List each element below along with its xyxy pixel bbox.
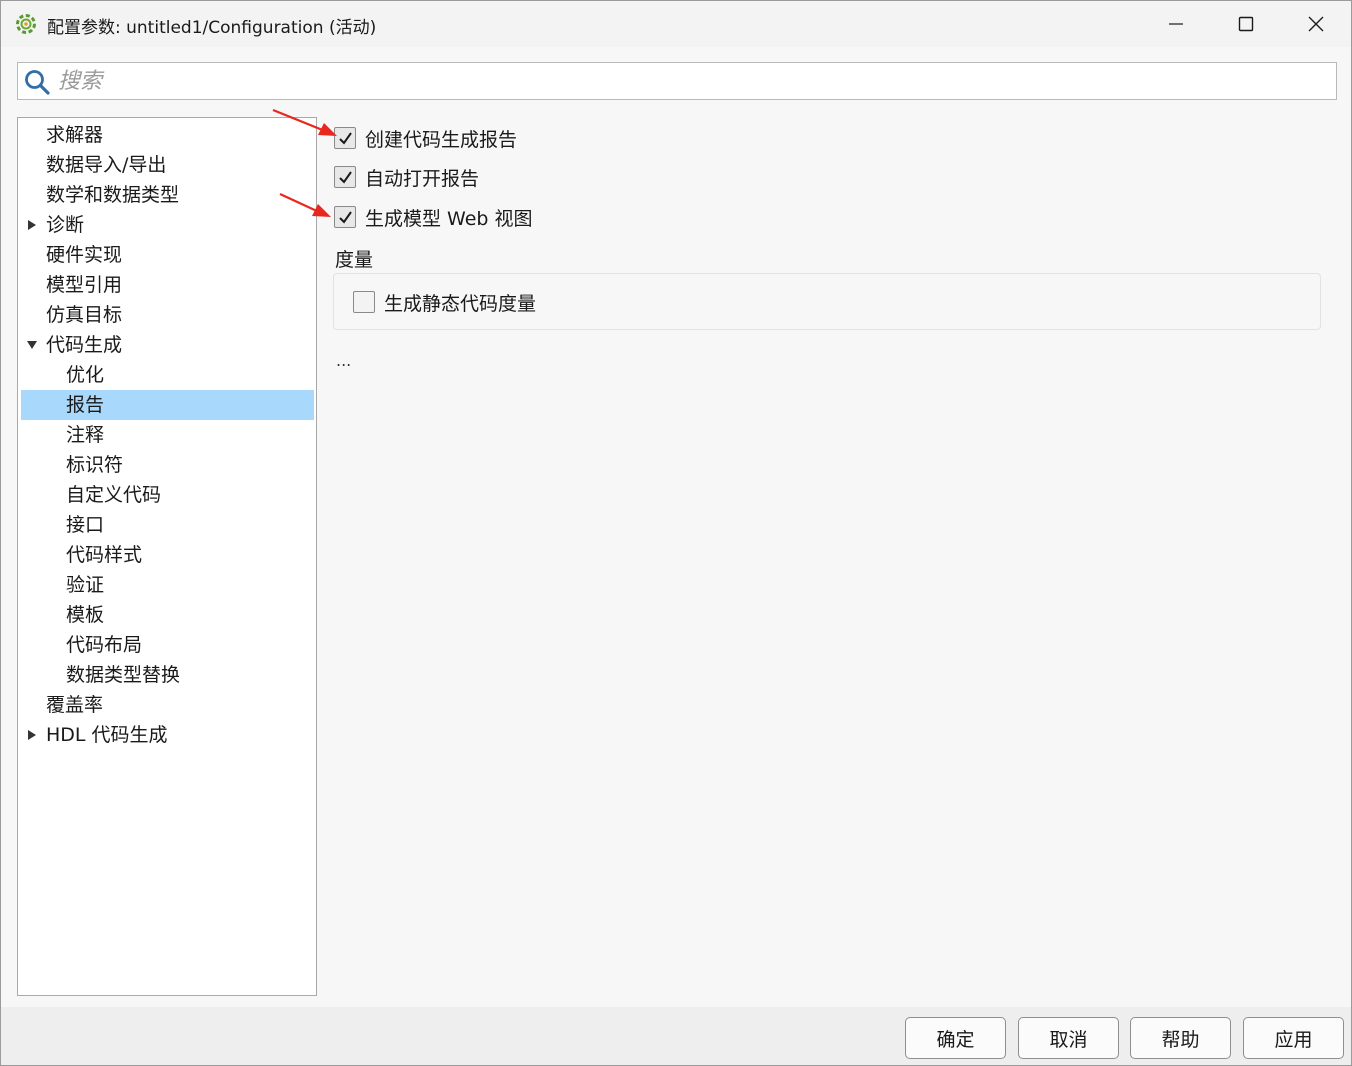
tree-item-templates[interactable]: 模板 bbox=[21, 600, 314, 630]
maximize-button[interactable] bbox=[1211, 1, 1281, 47]
category-tree[interactable]: 求解器 数据导入/导出 数学和数据类型 诊断 硬件实现 模型引用 仿真目标 代码… bbox=[17, 117, 317, 996]
static-metrics-checkbox-row[interactable]: 生成静态代码度量 bbox=[353, 287, 536, 317]
tree-item-optimization[interactable]: 优化 bbox=[21, 360, 314, 390]
tree-item-coverage[interactable]: 覆盖率 bbox=[21, 690, 314, 720]
tree-item-code-generation[interactable]: 代码生成 bbox=[21, 330, 314, 360]
tree-item-code-placement[interactable]: 代码布局 bbox=[21, 630, 314, 660]
metrics-group-title: 度量 bbox=[335, 249, 374, 271]
tree-item-label: 报告 bbox=[66, 394, 105, 416]
tree-item-simulation-target[interactable]: 仿真目标 bbox=[21, 300, 314, 330]
tree-item-report[interactable]: 报告 bbox=[21, 390, 314, 420]
more-options-link[interactable]: ... bbox=[336, 351, 351, 370]
tree-item-code-style[interactable]: 代码样式 bbox=[21, 540, 314, 570]
annotation-arrow-icon bbox=[272, 108, 337, 136]
static-metrics-checkbox[interactable] bbox=[353, 291, 375, 313]
tree-item-math-data-types[interactable]: 数学和数据类型 bbox=[21, 180, 314, 210]
tree-item-label: 数学和数据类型 bbox=[46, 184, 180, 206]
tree-item-identifiers[interactable]: 标识符 bbox=[21, 450, 314, 480]
tree-item-label: 模板 bbox=[66, 604, 105, 626]
search-box[interactable] bbox=[17, 62, 1337, 100]
tree-item-diagnostics[interactable]: 诊断 bbox=[21, 210, 314, 240]
tree-item-verification[interactable]: 验证 bbox=[21, 570, 314, 600]
maximize-icon bbox=[1238, 16, 1254, 32]
tree-item-interface[interactable]: 接口 bbox=[21, 510, 314, 540]
open-report-label: 自动打开报告 bbox=[365, 167, 480, 190]
tree-item-label: 仿真目标 bbox=[46, 304, 123, 326]
close-icon bbox=[1308, 16, 1324, 32]
tree-item-label: 代码生成 bbox=[46, 334, 123, 356]
tree-item-label: 接口 bbox=[66, 514, 105, 536]
tree-item-data-import-export[interactable]: 数据导入/导出 bbox=[21, 150, 314, 180]
web-view-checkbox[interactable] bbox=[334, 206, 356, 228]
tree-item-label: 求解器 bbox=[46, 124, 104, 146]
tree-item-label: 验证 bbox=[66, 574, 105, 596]
tree-item-label: 硬件实现 bbox=[46, 244, 123, 266]
tree-item-data-type-replacement[interactable]: 数据类型替换 bbox=[21, 660, 314, 690]
tree-item-hardware[interactable]: 硬件实现 bbox=[21, 240, 314, 270]
tree-item-label: 模型引用 bbox=[46, 274, 123, 296]
title-bar[interactable]: 配置参数: untitled1/Configuration (活动) bbox=[1, 1, 1351, 47]
triangle-right-icon[interactable] bbox=[26, 219, 38, 231]
apply-button[interactable]: 应用 bbox=[1243, 1017, 1344, 1059]
create-report-checkbox-row[interactable]: 创建代码生成报告 bbox=[334, 123, 517, 153]
web-view-checkbox-row[interactable]: 生成模型 Web 视图 bbox=[334, 202, 533, 232]
simulink-config-icon bbox=[16, 14, 36, 34]
tree-item-label: 数据类型替换 bbox=[66, 664, 181, 686]
tree-item-model-referencing[interactable]: 模型引用 bbox=[21, 270, 314, 300]
tree-item-label: 覆盖率 bbox=[46, 694, 104, 716]
checkmark-icon bbox=[339, 171, 352, 184]
minimize-icon bbox=[1169, 23, 1183, 25]
tree-item-custom-code[interactable]: 自定义代码 bbox=[21, 480, 314, 510]
help-button[interactable]: 帮助 bbox=[1130, 1017, 1231, 1059]
tree-item-comments[interactable]: 注释 bbox=[21, 420, 314, 450]
annotation-arrow-icon bbox=[279, 193, 331, 217]
tree-item-label: 数据导入/导出 bbox=[46, 154, 167, 176]
config-parameters-dialog: 配置参数: untitled1/Configuration (活动) 搜索 求解… bbox=[0, 0, 1352, 1066]
tree-item-label: 代码布局 bbox=[66, 634, 143, 656]
search-icon bbox=[25, 70, 50, 95]
window-title: 配置参数: untitled1/Configuration (活动) bbox=[47, 18, 377, 38]
search-input[interactable] bbox=[58, 63, 1328, 99]
checkmark-icon bbox=[339, 211, 352, 224]
tree-item-label: 代码样式 bbox=[66, 544, 143, 566]
close-button[interactable] bbox=[1281, 1, 1351, 47]
static-metrics-label: 生成静态代码度量 bbox=[384, 292, 537, 315]
cancel-button[interactable]: 取消 bbox=[1018, 1017, 1119, 1059]
ok-button[interactable]: 确定 bbox=[905, 1017, 1006, 1059]
open-report-checkbox[interactable] bbox=[334, 166, 356, 188]
create-report-label: 创建代码生成报告 bbox=[365, 128, 518, 151]
tree-item-label: 自定义代码 bbox=[66, 484, 162, 506]
open-report-checkbox-row[interactable]: 自动打开报告 bbox=[334, 162, 479, 192]
tree-item-label: 标识符 bbox=[66, 454, 124, 476]
tree-item-label: 诊断 bbox=[46, 214, 85, 236]
tree-item-label: 优化 bbox=[66, 364, 105, 386]
triangle-down-icon[interactable] bbox=[26, 339, 38, 351]
minimize-button[interactable] bbox=[1141, 1, 1211, 47]
triangle-right-icon[interactable] bbox=[26, 729, 38, 741]
tree-item-label: 注释 bbox=[66, 424, 105, 446]
web-view-label: 生成模型 Web 视图 bbox=[365, 207, 533, 230]
tree-item-hdl-code-generation[interactable]: HDL 代码生成 bbox=[21, 720, 314, 750]
tree-item-label: HDL 代码生成 bbox=[46, 724, 168, 746]
